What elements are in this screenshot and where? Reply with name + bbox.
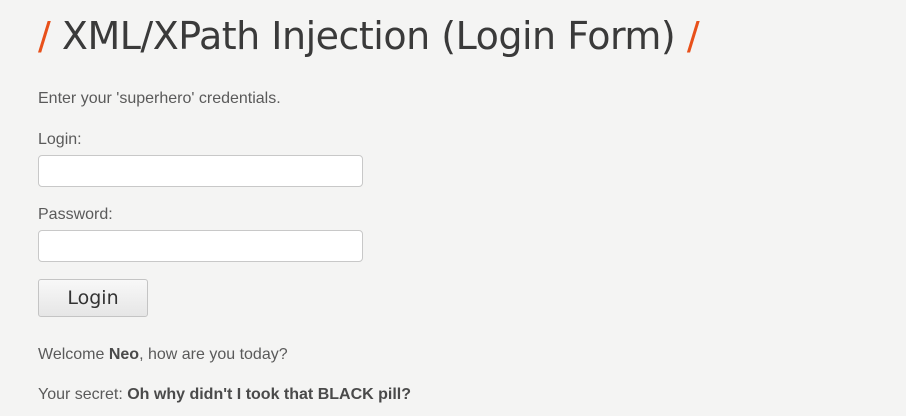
title-slash-right: / (686, 14, 700, 58)
password-label: Password: (38, 206, 113, 223)
welcome-suffix: , how are you today? (139, 346, 288, 363)
login-label: Login: (38, 131, 82, 148)
welcome-message: Welcome Neo, how are you today? (38, 346, 288, 364)
page-title-text: XML/XPath Injection (Login Form) (61, 14, 676, 58)
login-input[interactable] (38, 155, 363, 187)
secret-label: Your secret: (38, 386, 128, 403)
login-button[interactable]: Login (38, 279, 148, 317)
title-slash-left: / (38, 14, 51, 58)
welcome-prefix: Welcome (38, 346, 109, 363)
secret-message: Your secret: Oh why didn't I took that B… (38, 386, 411, 404)
user-name: Neo (108, 346, 140, 363)
page-title: / XML/XPath Injection (Login Form) / (38, 8, 700, 64)
form-instructions: Enter your 'superhero' credentials. (38, 90, 281, 107)
secret-value: Oh why didn't I took that BLACK pill? (127, 386, 412, 403)
password-input[interactable] (38, 230, 363, 262)
